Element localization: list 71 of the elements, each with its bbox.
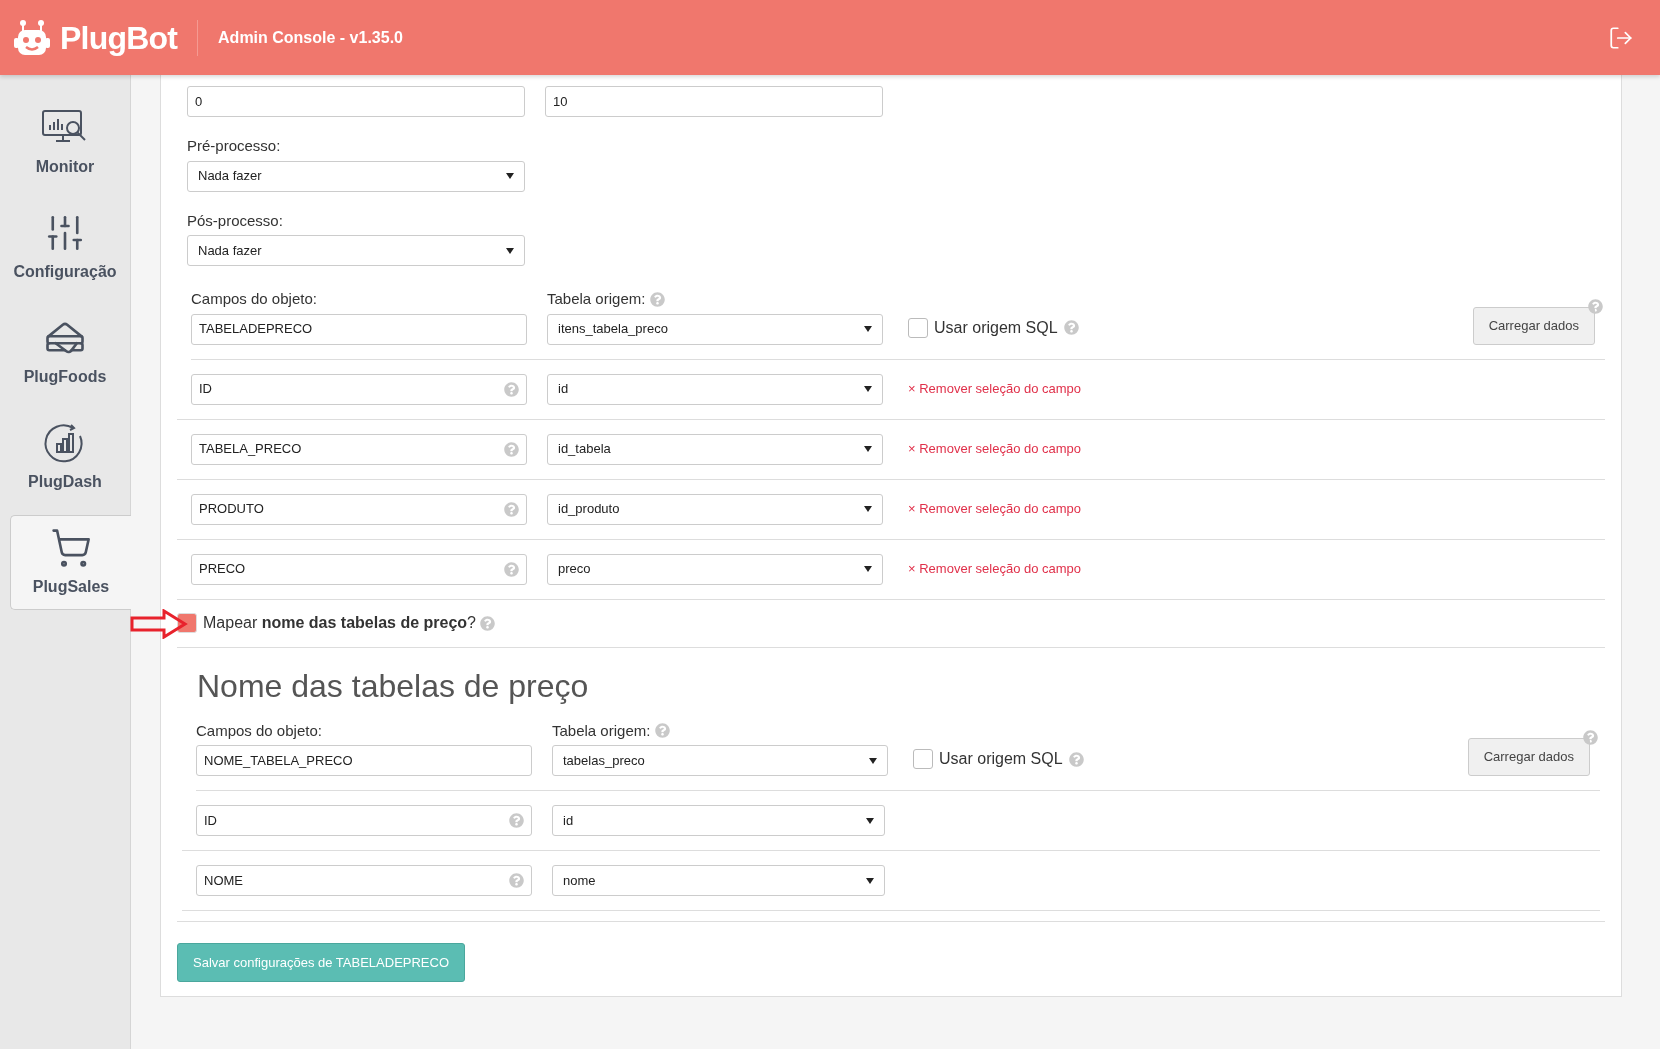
sidebar-item[interactable]: Configuração <box>0 200 130 295</box>
load-data-button[interactable]: Carregar dados <box>1472 306 1595 345</box>
dropdown-caret-icon <box>506 173 514 179</box>
sidebar-item[interactable]: PlugFoods <box>0 305 130 400</box>
help-icon[interactable] <box>480 615 495 631</box>
map-names-label: Mapear nome das tabelas de preço? <box>203 613 476 633</box>
help-icon[interactable] <box>509 813 524 828</box>
dropdown-caret-icon <box>864 326 872 332</box>
checkbox[interactable] <box>908 317 928 338</box>
select-field[interactable]: Nada fazer <box>187 160 525 192</box>
logo-text: PlugBot <box>60 18 178 58</box>
remove-field-link[interactable]: × Remover seleção do campo <box>908 439 1082 459</box>
field-label: Tabela origem: <box>547 289 646 309</box>
help-icon[interactable] <box>504 561 519 577</box>
field-label: Pré-processo: <box>187 136 282 156</box>
checkbox[interactable] <box>913 749 933 769</box>
text-field[interactable]: NOME <box>196 865 532 896</box>
select-field[interactable]: id_tabela <box>547 433 883 465</box>
dropdown-caret-icon <box>864 386 872 392</box>
field-label: Pós-processo: <box>187 210 284 231</box>
select-field[interactable]: id_produto <box>547 493 883 525</box>
dropdown-caret-icon <box>866 817 874 824</box>
checkbox-label: Usar origem SQL <box>934 317 1058 338</box>
text-field[interactable]: PRODUTO <box>191 493 527 525</box>
select-field[interactable]: tabelas_preco <box>552 745 888 776</box>
text-field[interactable]: PRECO <box>191 553 527 585</box>
text-field[interactable]: 0 <box>187 86 525 117</box>
help-icon[interactable] <box>655 723 671 739</box>
robot-logo-icon <box>14 18 50 57</box>
text-field[interactable]: 10 <box>545 86 883 117</box>
console-title: Admin Console - v1.35.0 <box>218 27 403 48</box>
section-title: Nome das tabelas de preço <box>197 666 590 706</box>
text-field[interactable]: ID <box>196 805 532 836</box>
text-field[interactable]: ID <box>191 373 527 405</box>
select-field[interactable]: preco <box>547 553 883 585</box>
dropdown-caret-icon <box>866 877 874 884</box>
help-icon[interactable] <box>504 381 519 397</box>
select-field[interactable]: id <box>547 373 883 405</box>
select-field[interactable]: Nada fazer <box>187 235 525 266</box>
logout-icon[interactable] <box>1608 24 1634 51</box>
checkbox-label: Usar origem SQL <box>939 749 1063 769</box>
dropdown-caret-icon <box>506 247 514 254</box>
help-icon[interactable] <box>1588 298 1603 314</box>
sidebar-item[interactable]: PlugDash <box>0 410 130 505</box>
field-label: Campos do objeto: <box>191 289 318 309</box>
help-icon[interactable] <box>509 873 524 888</box>
select-field[interactable]: nome <box>552 865 885 896</box>
dropdown-caret-icon <box>864 506 872 512</box>
help-icon[interactable] <box>504 441 519 457</box>
remove-field-link[interactable]: × Remover seleção do campo <box>908 559 1082 579</box>
remove-field-link[interactable]: × Remover seleção do campo <box>908 379 1082 399</box>
help-icon[interactable] <box>1583 730 1598 745</box>
help-icon[interactable] <box>504 501 519 517</box>
help-icon[interactable] <box>1068 751 1084 767</box>
help-icon[interactable] <box>650 291 666 307</box>
text-field[interactable]: TABELADEPRECO <box>191 313 527 345</box>
sidebar-item[interactable]: Monitor <box>0 95 130 190</box>
select-field[interactable]: itens_tabela_preco <box>547 313 883 345</box>
dropdown-caret-icon <box>864 566 872 572</box>
text-field[interactable]: TABELA_PRECO <box>191 433 527 465</box>
field-label: Campos do objeto: <box>196 720 323 741</box>
select-field[interactable]: id <box>552 805 885 836</box>
pointer-arrow-icon <box>130 608 188 639</box>
dropdown-caret-icon <box>864 446 872 452</box>
sidebar-item[interactable]: PlugSales <box>10 515 131 610</box>
field-label: Tabela origem: <box>552 720 651 741</box>
help-icon[interactable] <box>1063 320 1079 335</box>
dropdown-caret-icon <box>869 757 877 764</box>
remove-field-link[interactable]: × Remover seleção do campo <box>908 499 1082 519</box>
load-data-button[interactable]: Carregar dados <box>1467 738 1590 776</box>
text-field[interactable]: NOME_TABELA_PRECO <box>196 745 532 776</box>
